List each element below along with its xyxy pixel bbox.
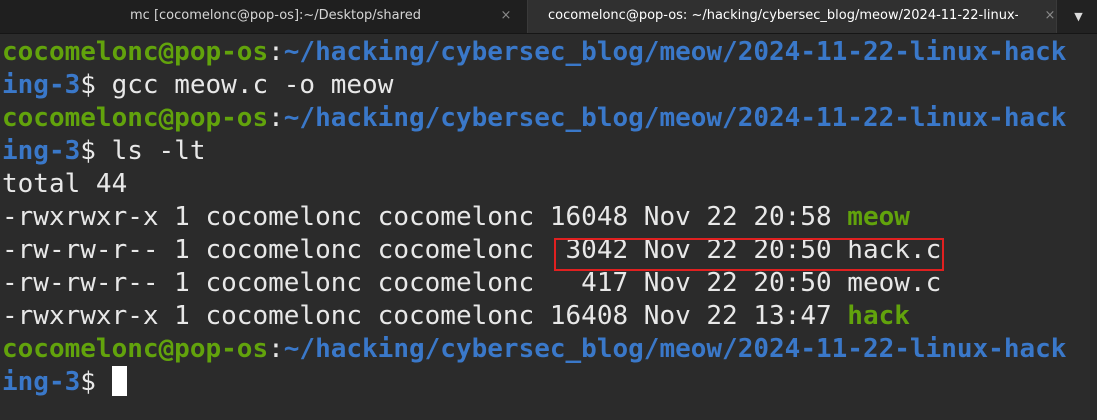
file-meta: -rw-rw-r-- 1 cocomelonc cocomelonc <box>2 268 550 298</box>
prompt-line: cocomelonc@pop-os:~/hacking/cybersec_blo… <box>2 333 1097 366</box>
prompt-sign: $ <box>80 70 112 100</box>
terminal-output[interactable]: cocomelonc@pop-os:~/hacking/cybersec_blo… <box>2 36 1097 420</box>
prompt-line: cocomelonc@pop-os:~/hacking/cybersec_blo… <box>2 36 1097 69</box>
close-tab-icon[interactable]: × <box>498 8 514 24</box>
highlight-annotation-box <box>554 238 944 271</box>
prompt-line: ing-3$ <box>2 366 1097 399</box>
listing-row: -rwxrwxr-x 1 cocomelonc cocomelonc 16048… <box>2 201 1097 234</box>
listing-row: -rwxrwxr-x 1 cocomelonc cocomelonc 16408… <box>2 300 1097 333</box>
file-size-date: 16408 Nov 22 13:47 <box>549 301 832 331</box>
prompt-path: ing-3 <box>2 70 81 100</box>
name-separator <box>832 301 848 331</box>
name-separator <box>832 268 848 298</box>
file-name-executable: meow <box>847 202 910 232</box>
command-text: ls -lt <box>111 136 206 166</box>
file-size-date: 16048 Nov 22 20:58 <box>549 202 832 232</box>
tab-menu-chevron-down-icon[interactable]: ▼ <box>1060 0 1097 33</box>
prompt-colon: : <box>268 103 284 133</box>
name-separator <box>832 202 848 232</box>
prompt-user: cocomelonc@pop-os <box>2 334 269 364</box>
file-name-executable: hack <box>847 301 910 331</box>
total-line: total 44 <box>2 169 128 199</box>
prompt-sign: $ <box>80 367 112 397</box>
tab-label: cocomelonc@pop-os: ~/hacking/cybersec_bl… <box>548 8 1018 23</box>
file-meta: -rw-rw-r-- 1 cocomelonc cocomelonc <box>2 235 550 265</box>
file-meta: -rwxrwxr-x 1 cocomelonc cocomelonc <box>2 202 550 232</box>
tab-terminal-active[interactable]: cocomelonc@pop-os: ~/hacking/cybersec_bl… <box>527 0 1057 33</box>
prompt-user: cocomelonc@pop-os <box>2 103 269 133</box>
prompt-line: cocomelonc@pop-os:~/hacking/cybersec_blo… <box>2 102 1097 135</box>
command-text: gcc meow.c -o meow <box>111 70 394 100</box>
close-tab-icon[interactable]: × <box>1042 8 1058 24</box>
file-meta: -rwxrwxr-x 1 cocomelonc cocomelonc <box>2 301 550 331</box>
prompt-path: ~/hacking/cybersec_blog/meow/2024-11-22-… <box>283 37 1067 67</box>
prompt-line: ing-3$ gcc meow.c -o meow <box>2 69 1097 102</box>
prompt-sign: $ <box>80 136 112 166</box>
prompt-colon: : <box>268 37 284 67</box>
prompt-path: ing-3 <box>2 367 81 397</box>
tab-bar: mc [cocomelonc@pop-os]:~/Desktop/shared … <box>0 0 1097 34</box>
text-cursor <box>111 366 127 396</box>
listing-row: -rw-rw-r-- 1 cocomelonc cocomelonc 417 N… <box>2 267 1097 300</box>
tab-mc-shared[interactable]: mc [cocomelonc@pop-os]:~/Desktop/shared … <box>0 0 527 33</box>
prompt-user: cocomelonc@pop-os <box>2 37 269 67</box>
file-size-date: 417 Nov 22 20:50 <box>549 268 832 298</box>
tab-label: mc [cocomelonc@pop-os]:~/Desktop/shared <box>130 8 421 23</box>
terminal-window: mc [cocomelonc@pop-os]:~/Desktop/shared … <box>0 0 1097 420</box>
prompt-path: ing-3 <box>2 136 81 166</box>
file-name: meow.c <box>847 268 942 298</box>
prompt-colon: : <box>268 334 284 364</box>
prompt-path: ~/hacking/cybersec_blog/meow/2024-11-22-… <box>283 334 1067 364</box>
prompt-path: ~/hacking/cybersec_blog/meow/2024-11-22-… <box>283 103 1067 133</box>
prompt-line: ing-3$ ls -lt <box>2 135 1097 168</box>
